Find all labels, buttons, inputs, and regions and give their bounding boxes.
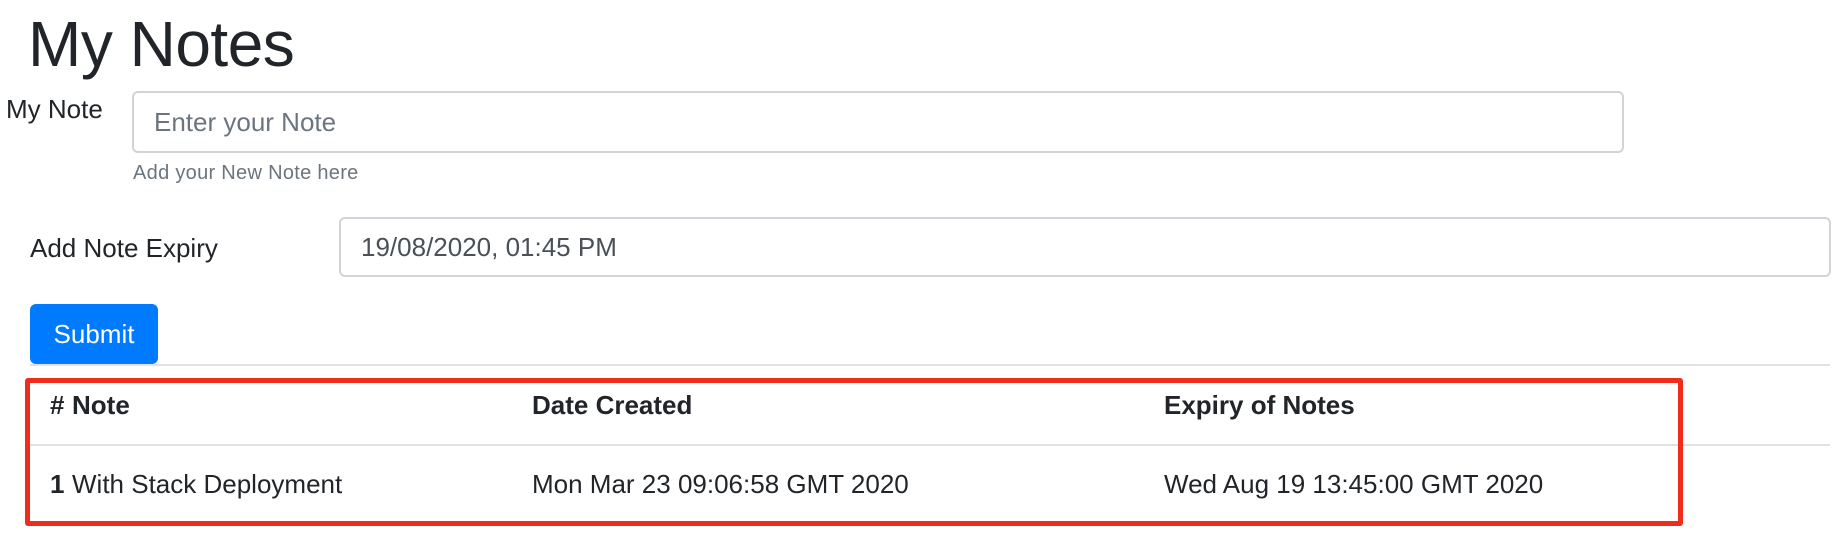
row-note: With Stack Deployment: [72, 469, 343, 499]
row-date-created: Mon Mar 23 09:06:58 GMT 2020: [532, 469, 909, 499]
form-divider: [30, 364, 1830, 366]
header-expiry: Expiry of Notes: [1164, 367, 1830, 446]
expiry-label: Add Note Expiry: [30, 233, 218, 263]
page-title: My Notes: [28, 8, 295, 80]
header-note: Note: [72, 367, 532, 446]
note-help-text: Add your New Note here: [133, 162, 359, 184]
submit-button[interactable]: Submit: [30, 304, 158, 364]
note-input[interactable]: [132, 91, 1624, 153]
header-num: #: [30, 367, 72, 446]
note-label: My Note: [6, 94, 103, 124]
header-date-created: Date Created: [532, 367, 1164, 446]
notes-table: # Note Date Created Expiry of Notes 1 Wi…: [30, 367, 1830, 523]
table-row: 1 With Stack Deployment Mon Mar 23 09:06…: [30, 445, 1830, 523]
expiry-datetime-input[interactable]: [339, 217, 1831, 277]
table-header-row: # Note Date Created Expiry of Notes: [30, 367, 1830, 446]
row-num: 1: [50, 469, 65, 499]
row-expiry: Wed Aug 19 13:45:00 GMT 2020: [1164, 469, 1544, 499]
